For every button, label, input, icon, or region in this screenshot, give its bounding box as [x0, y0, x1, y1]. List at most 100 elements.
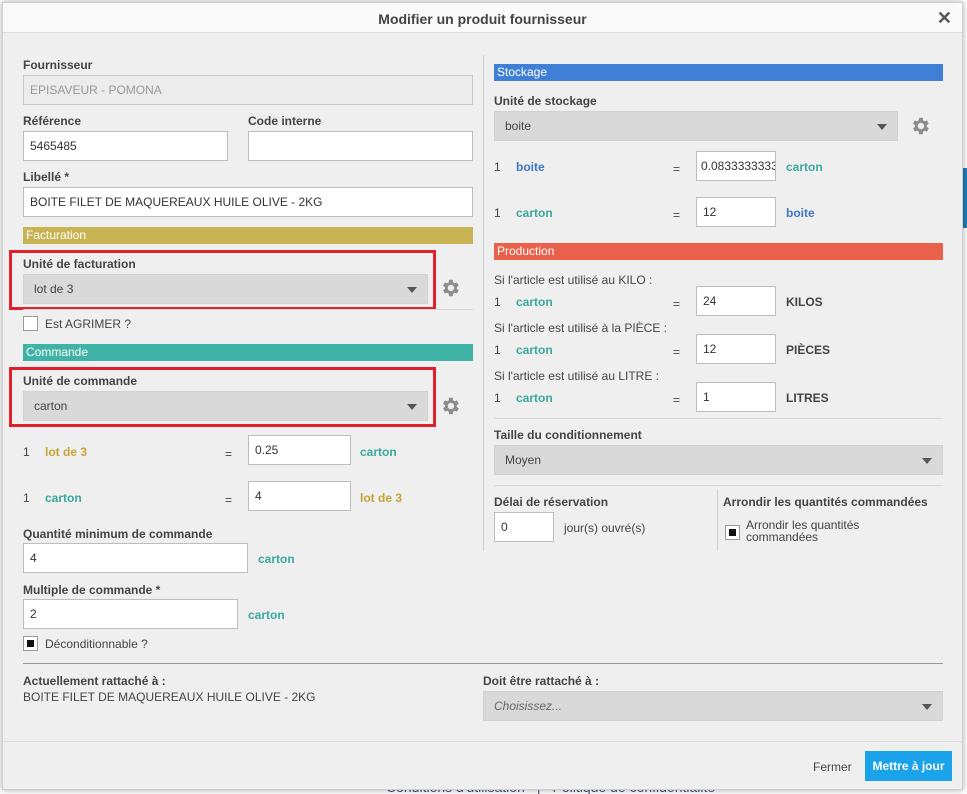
supplier-label: Fournisseur	[23, 58, 93, 72]
billing-unit-value: lot de 3	[34, 282, 74, 296]
chevron-down-icon	[407, 404, 417, 410]
conversion-qty: 1	[23, 445, 30, 459]
reservation-delay-input[interactable]: 0	[494, 512, 554, 542]
min-order-qty-unit: carton	[258, 552, 295, 566]
column-divider	[483, 55, 484, 551]
round-quantities-label-line: commandées	[746, 530, 819, 544]
current-link-label: Actuellement rattaché à :	[23, 674, 166, 688]
deconditionnable-checkbox[interactable]	[23, 636, 38, 651]
gear-icon[interactable]	[439, 277, 461, 299]
conversion-target-unit: carton	[360, 445, 397, 459]
conversion-value-input[interactable]: 0.25	[248, 435, 351, 465]
conversion-qty: 1	[494, 295, 501, 309]
piece-value-input[interactable]: 12	[696, 334, 776, 364]
agrimer-checkbox[interactable]	[23, 316, 38, 331]
storage-unit-select[interactable]: boite	[494, 111, 898, 141]
close-button[interactable]: Fermer	[813, 760, 852, 774]
billing-unit-select[interactable]: lot de 3	[23, 274, 428, 304]
close-icon[interactable]: ✕	[937, 8, 952, 29]
conversion-qty: 1	[494, 206, 501, 220]
equals-sign: =	[673, 393, 681, 407]
chevron-down-icon	[922, 704, 932, 710]
conversion-qty: 1	[494, 160, 501, 174]
chevron-down-icon	[407, 287, 417, 293]
internal-code-label: Code interne	[248, 114, 322, 128]
reservation-delay-unit: jour(s) ouvré(s)	[564, 521, 646, 535]
modal-header: Modifier un produit fournisseur ✕	[3, 3, 962, 33]
equals-sign: =	[673, 208, 681, 222]
order-unit-label: Unité de commande	[23, 374, 138, 388]
conversion-unit: carton	[516, 206, 553, 220]
target-link-label: Doit être rattaché à :	[483, 674, 600, 688]
billing-section-header: Facturation	[23, 227, 473, 244]
conversion-value-input[interactable]: 0.0833333333	[696, 151, 776, 181]
round-quantities-label: Arrondir les quantités commandées	[723, 495, 928, 509]
kilo-label: Si l'article est utilisé au KILO :	[494, 273, 653, 287]
equals-sign: =	[673, 345, 681, 359]
order-section-header: Commande	[23, 344, 473, 361]
order-multiple-input[interactable]: 2	[23, 599, 238, 629]
agrimer-label: Est AGRIMER ?	[45, 317, 132, 331]
conversion-qty: 1	[494, 343, 501, 357]
internal-code-input[interactable]	[248, 131, 473, 161]
kilo-value-input[interactable]: 24	[696, 286, 776, 316]
order-unit-value: carton	[34, 399, 68, 413]
reservation-delay-label: Délai de réservation	[494, 495, 609, 509]
equals-sign: =	[225, 493, 233, 507]
storage-unit-label: Unité de stockage	[494, 94, 597, 108]
label-label: Libellé *	[23, 170, 70, 184]
conversion-target-unit: lot de 3	[360, 491, 403, 505]
billing-unit-label: Unité de facturation	[23, 257, 136, 271]
update-button[interactable]: Mettre à jour	[865, 751, 952, 781]
gear-icon[interactable]	[909, 115, 931, 137]
divider	[494, 418, 943, 419]
min-order-qty-input[interactable]: 4	[23, 543, 248, 573]
divider	[494, 485, 943, 486]
equals-sign: =	[673, 297, 681, 311]
divider	[23, 663, 943, 664]
current-link-value: BOITE FILET DE MAQUEREAUX HUILE OLIVE - …	[23, 690, 316, 704]
conversion-qty: 1	[23, 491, 30, 505]
round-quantities-checkbox-label: Arrondir les quantités commandées	[746, 519, 859, 543]
kilo-unit: KILOS	[786, 295, 823, 309]
piece-unit: PIÈCES	[786, 343, 831, 357]
piece-label: Si l'article est utilisé à la PIÈCE :	[494, 321, 668, 335]
supplier-field: EPISAVEUR - POMONA	[23, 75, 473, 105]
conversion-value-input[interactable]: 12	[696, 197, 776, 227]
reference-label: Référence	[23, 114, 82, 128]
gear-icon[interactable]	[439, 395, 461, 417]
min-order-qty-label: Quantité minimum de commande	[23, 527, 213, 541]
divider	[23, 309, 473, 310]
chevron-down-icon	[922, 458, 932, 464]
reference-input[interactable]: 5465485	[23, 131, 228, 161]
footer-divider	[3, 741, 962, 742]
column-divider	[717, 489, 718, 551]
target-link-select[interactable]: Choisissez...	[483, 691, 943, 721]
litre-label: Si l'article est utilisé au LITRE :	[494, 369, 660, 383]
conversion-unit: carton	[516, 295, 553, 309]
conversion-unit: carton	[516, 343, 553, 357]
equals-sign: =	[673, 162, 681, 176]
conversion-unit: boite	[516, 160, 545, 174]
order-unit-select[interactable]: carton	[23, 391, 428, 421]
round-quantities-checkbox[interactable]	[725, 525, 740, 540]
target-link-placeholder: Choisissez...	[494, 699, 563, 713]
label-input[interactable]: BOITE FILET DE MAQUEREAUX HUILE OLIVE - …	[23, 187, 473, 217]
conversion-target-unit: boite	[786, 206, 815, 220]
package-size-select[interactable]: Moyen	[494, 445, 943, 475]
litre-unit: LITRES	[786, 391, 829, 405]
chevron-down-icon	[877, 124, 887, 130]
litre-value-input[interactable]: 1	[696, 382, 776, 412]
order-multiple-label: Multiple de commande *	[23, 583, 161, 597]
conversion-qty: 1	[494, 391, 501, 405]
modal-title: Modifier un produit fournisseur	[378, 11, 587, 27]
equals-sign: =	[225, 447, 233, 461]
deconditionnable-label: Déconditionnable ?	[45, 637, 148, 651]
order-multiple-unit: carton	[248, 608, 285, 622]
edit-supplier-product-modal: Modifier un produit fournisseur ✕ Fourni…	[2, 2, 963, 790]
storage-unit-value: boite	[505, 119, 532, 133]
conversion-unit: carton	[45, 491, 82, 505]
conversion-value-input[interactable]: 4	[248, 481, 351, 511]
production-section-header: Production	[494, 243, 943, 260]
storage-section-header: Stockage	[494, 64, 943, 81]
